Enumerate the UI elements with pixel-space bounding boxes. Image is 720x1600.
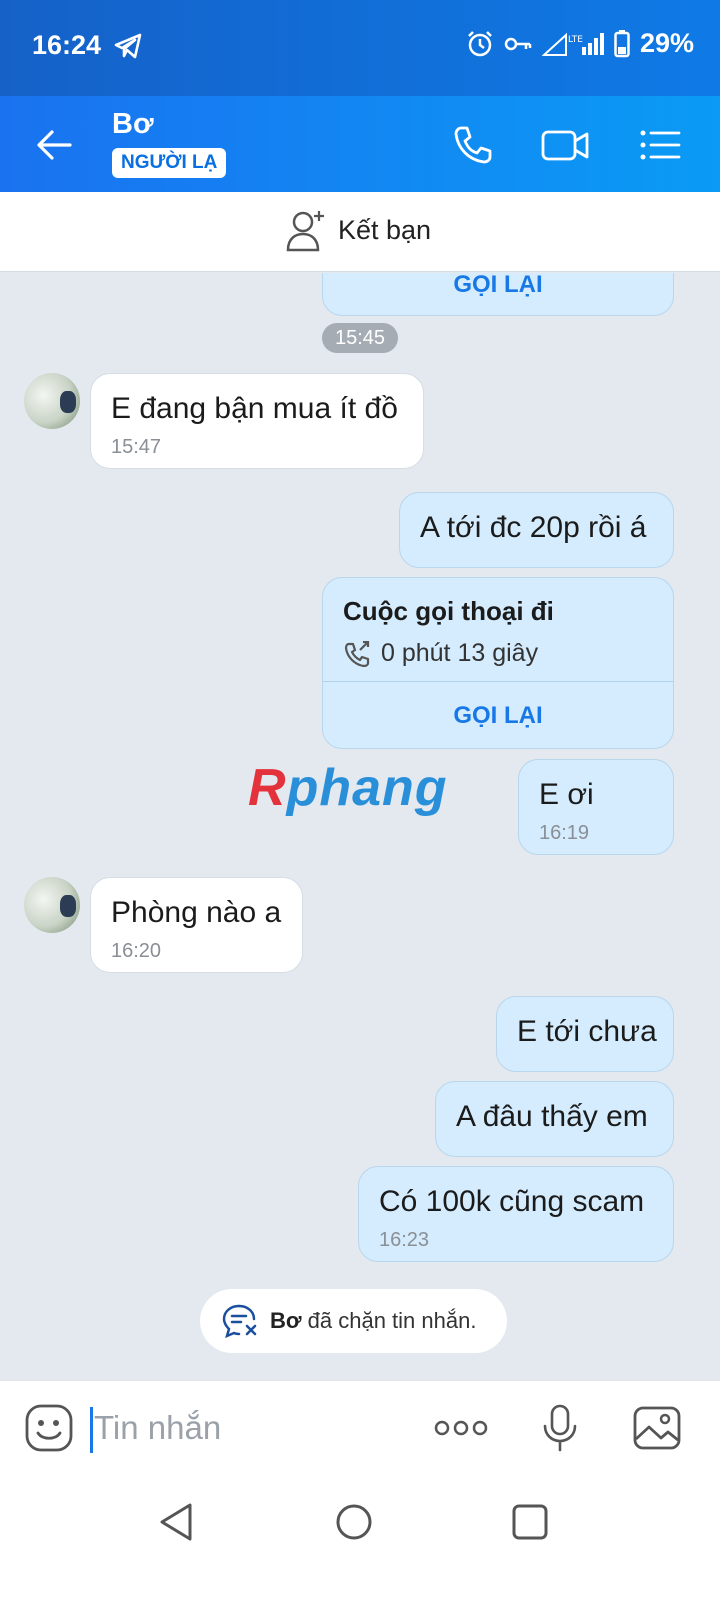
contact-name[interactable]: Bơ	[112, 108, 154, 141]
message-incoming[interactable]: E đang bận mua ít đồ 15:47	[90, 373, 424, 469]
battery-icon	[614, 29, 630, 57]
call-duration: 0 phút 13 giây	[381, 639, 539, 667]
message-input[interactable]: Tin nhắn	[94, 1409, 221, 1447]
system-nav-bar	[0, 1476, 720, 1600]
status-icons: LTE 29%	[466, 28, 694, 59]
message-text: A tới đc 20p rồi á	[420, 511, 647, 544]
vpn-key-icon	[504, 37, 532, 50]
blocked-notice: Bơ đã chặn tin nhắn.	[200, 1289, 507, 1353]
message-time: 16:23	[379, 1229, 430, 1251]
svg-text:LTE: LTE	[568, 35, 583, 45]
message-time: 15:47	[111, 436, 162, 458]
nav-home-icon[interactable]	[332, 1500, 376, 1544]
message-outgoing[interactable]: A đâu thấy em	[435, 1081, 674, 1157]
emoji-icon[interactable]	[24, 1403, 74, 1453]
nav-recent-icon[interactable]	[508, 1500, 552, 1544]
video-call-icon[interactable]	[540, 120, 590, 170]
message-text: E đang bận mua ít đồ	[111, 392, 398, 425]
chat-header: Bơ NGƯỜI LẠ	[0, 96, 720, 192]
message-time: 16:20	[111, 940, 162, 962]
message-outgoing[interactable]: E tới chưa	[496, 996, 674, 1072]
message-outgoing[interactable]: E ơi 16:19	[518, 759, 674, 855]
image-icon[interactable]	[632, 1403, 682, 1453]
message-incoming[interactable]: Phòng nào a 16:20	[90, 877, 303, 973]
time-divider: 15:45	[322, 323, 398, 353]
phone-icon[interactable]	[447, 120, 497, 170]
message-text: Phòng nào a	[111, 896, 282, 929]
chat-area[interactable]: GỌI LẠI 15:45 E đang bận mua ít đồ 15:47…	[0, 273, 720, 1408]
call-card-partial: GỌI LẠI	[322, 273, 674, 316]
add-user-icon	[286, 211, 324, 252]
mic-icon[interactable]	[540, 1403, 580, 1453]
status-time: 16:24	[32, 30, 102, 60]
callback-button[interactable]: GỌI LẠI	[323, 273, 673, 315]
call-title: Cuộc gọi thoại đi	[343, 596, 554, 626]
message-input-bar: Tin nhắn	[0, 1380, 720, 1476]
nav-back-icon[interactable]	[154, 1500, 198, 1544]
callback-button[interactable]: GỌI LẠI	[323, 682, 673, 748]
stranger-badge: NGƯỜI LẠ	[112, 148, 227, 178]
message-text: Có 100k cũng scam	[379, 1185, 645, 1218]
message-text: E tới chưa	[517, 1015, 657, 1048]
alarm-icon	[468, 30, 492, 56]
call-out-icon	[344, 640, 370, 667]
text-caret	[90, 1407, 93, 1453]
message-outgoing[interactable]: A tới đc 20p rồi á	[399, 492, 674, 568]
avatar[interactable]	[24, 373, 80, 429]
blocked-text: Bơ đã chặn tin nhắn.	[270, 1308, 477, 1333]
message-text: A đâu thấy em	[456, 1100, 648, 1133]
signal-icon: LTE	[541, 32, 604, 56]
message-outgoing[interactable]: Có 100k cũng scam 16:23	[358, 1166, 674, 1262]
add-friend-bar[interactable]: Kết bạn	[0, 192, 720, 272]
add-friend-label: Kết bạn	[338, 214, 432, 245]
status-bar: 16:24 LTE 29%	[0, 0, 720, 96]
battery-percent: 29%	[639, 28, 694, 58]
message-text: E ơi	[539, 778, 594, 811]
back-arrow-icon[interactable]	[30, 120, 80, 170]
more-icon[interactable]	[434, 1417, 488, 1439]
telegram-icon	[114, 33, 142, 59]
message-time: 16:19	[539, 822, 590, 844]
call-card[interactable]: Cuộc gọi thoại đi 0 phút 13 giây GỌI LẠI	[322, 577, 674, 749]
avatar[interactable]	[24, 877, 80, 933]
message-blocked-icon	[222, 1304, 257, 1339]
watermark-logo: Rphang	[248, 759, 448, 817]
menu-icon[interactable]	[635, 120, 685, 170]
